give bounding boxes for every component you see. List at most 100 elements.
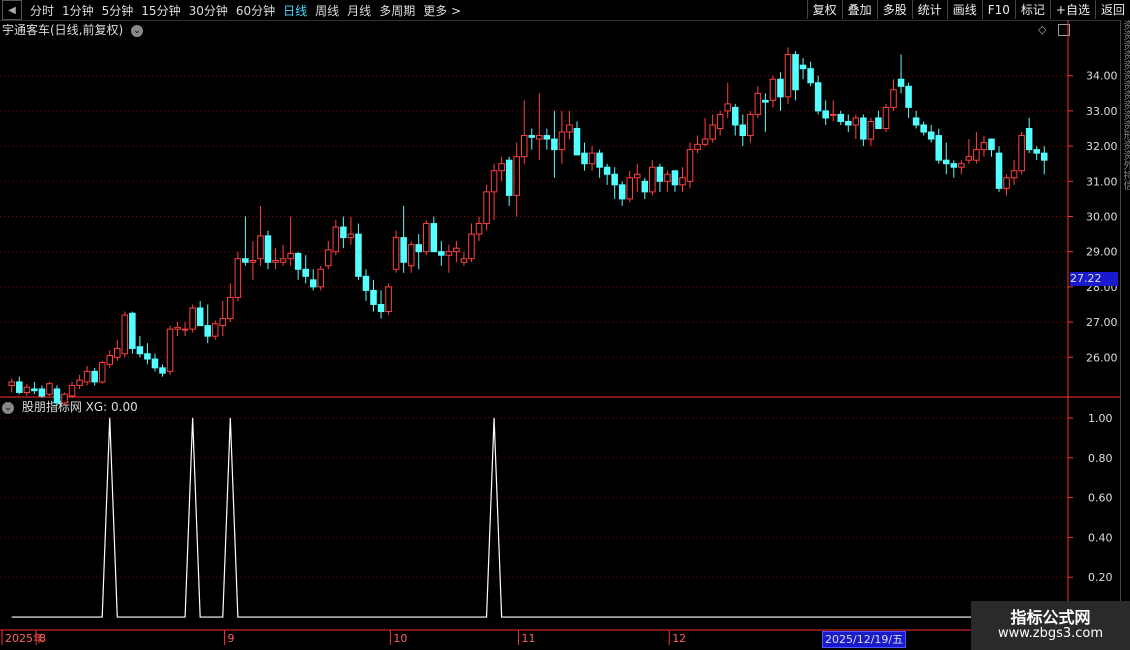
- candle-body: [950, 163, 958, 168]
- candle: [196, 300, 204, 327]
- candle: [136, 336, 144, 358]
- candle-body: [920, 124, 927, 133]
- candle: [912, 110, 920, 129]
- candle-body: [852, 117, 860, 126]
- candle: [875, 110, 882, 130]
- candle: [430, 216, 438, 253]
- candle: [460, 251, 468, 266]
- candle-body: [558, 131, 566, 151]
- candle: [453, 241, 460, 263]
- main-y-tick-label: 30.00: [1086, 211, 1118, 224]
- candle: [204, 304, 211, 344]
- candle: [106, 350, 114, 368]
- cursor-price-label: 27.22: [1070, 272, 1118, 286]
- candle-body: [287, 252, 294, 260]
- candle: [498, 156, 505, 182]
- candle-body: [694, 143, 701, 151]
- candle: [8, 378, 16, 393]
- candle: [1033, 146, 1040, 161]
- candle-body: [588, 152, 596, 165]
- candle: [279, 244, 287, 266]
- candle: [189, 304, 196, 333]
- candle-body: [136, 346, 144, 355]
- candle: [867, 117, 875, 147]
- candle: [716, 110, 724, 136]
- candle-body: [106, 355, 114, 365]
- candle: [227, 283, 234, 323]
- candle: [965, 139, 973, 164]
- candle: [935, 128, 942, 164]
- candle-body: [980, 142, 988, 151]
- x-tick-label: 8: [39, 632, 46, 645]
- candle: [980, 135, 988, 157]
- candle-body: [430, 223, 438, 253]
- candle-body: [762, 99, 769, 103]
- candle-body: [927, 131, 935, 140]
- x-tick-label: 12: [672, 632, 686, 645]
- candle: [264, 230, 272, 270]
- candle: [370, 279, 377, 312]
- candle-body: [942, 159, 950, 165]
- candle-body: [264, 235, 272, 263]
- candle-body: [958, 163, 965, 168]
- candle: [38, 385, 46, 398]
- candle-body: [807, 68, 814, 84]
- candle: [837, 110, 845, 125]
- candle: [392, 230, 400, 273]
- candle-body: [747, 113, 754, 137]
- candle-body: [1003, 177, 1010, 189]
- candle-body: [611, 173, 618, 186]
- candle: [822, 100, 829, 125]
- candle: [294, 251, 302, 280]
- candle: [536, 93, 543, 161]
- candle-body: [882, 106, 890, 130]
- candle-body: [53, 388, 61, 404]
- candle: [61, 392, 68, 405]
- right-side-panel[interactable]: 资资资资资资资资资资资形资资外持信: [1120, 20, 1130, 650]
- candle-body: [181, 328, 189, 331]
- candle: [588, 146, 596, 171]
- candle: [852, 114, 860, 140]
- candle-body: [196, 307, 204, 327]
- candle-body: [875, 117, 882, 130]
- candle-body: [769, 78, 777, 101]
- candle: [739, 114, 747, 147]
- candle-body: [988, 138, 995, 151]
- candle: [438, 241, 445, 266]
- candle: [385, 283, 392, 316]
- candle-body: [995, 152, 1003, 189]
- kline-chart-svg[interactable]: 26.0027.0028.0029.0030.0031.0032.0033.00…: [0, 0, 1130, 650]
- candle-body: [543, 135, 551, 140]
- candle-body: [438, 251, 445, 256]
- candle-body: [144, 353, 151, 360]
- candle-body: [618, 184, 626, 200]
- candle: [897, 54, 905, 94]
- main-y-tick-label: 34.00: [1086, 70, 1118, 83]
- candle-body: [1010, 170, 1018, 179]
- candle-body: [23, 386, 31, 393]
- candle-body: [377, 303, 385, 313]
- candle-body: [272, 259, 279, 263]
- candle: [528, 128, 536, 150]
- candle-body: [897, 78, 905, 87]
- candle-body: [792, 54, 799, 91]
- watermark-line2: www.zbgs3.com: [997, 626, 1104, 641]
- candle: [422, 220, 430, 256]
- candle-body: [566, 124, 573, 133]
- candle: [679, 167, 686, 192]
- candle-body: [573, 128, 581, 156]
- candle: [551, 110, 558, 178]
- candle: [325, 241, 332, 270]
- candle-body: [829, 113, 837, 116]
- candle: [181, 322, 189, 337]
- candle: [618, 181, 626, 206]
- x-tick-label: 9: [228, 632, 235, 645]
- candle-body: [490, 170, 498, 193]
- candle-body: [211, 323, 219, 337]
- candle: [347, 216, 355, 245]
- x-tick-label: 11: [521, 632, 535, 645]
- candle: [317, 265, 325, 291]
- candle-body: [189, 307, 196, 330]
- candle-body: [91, 370, 98, 383]
- candle: [445, 244, 453, 273]
